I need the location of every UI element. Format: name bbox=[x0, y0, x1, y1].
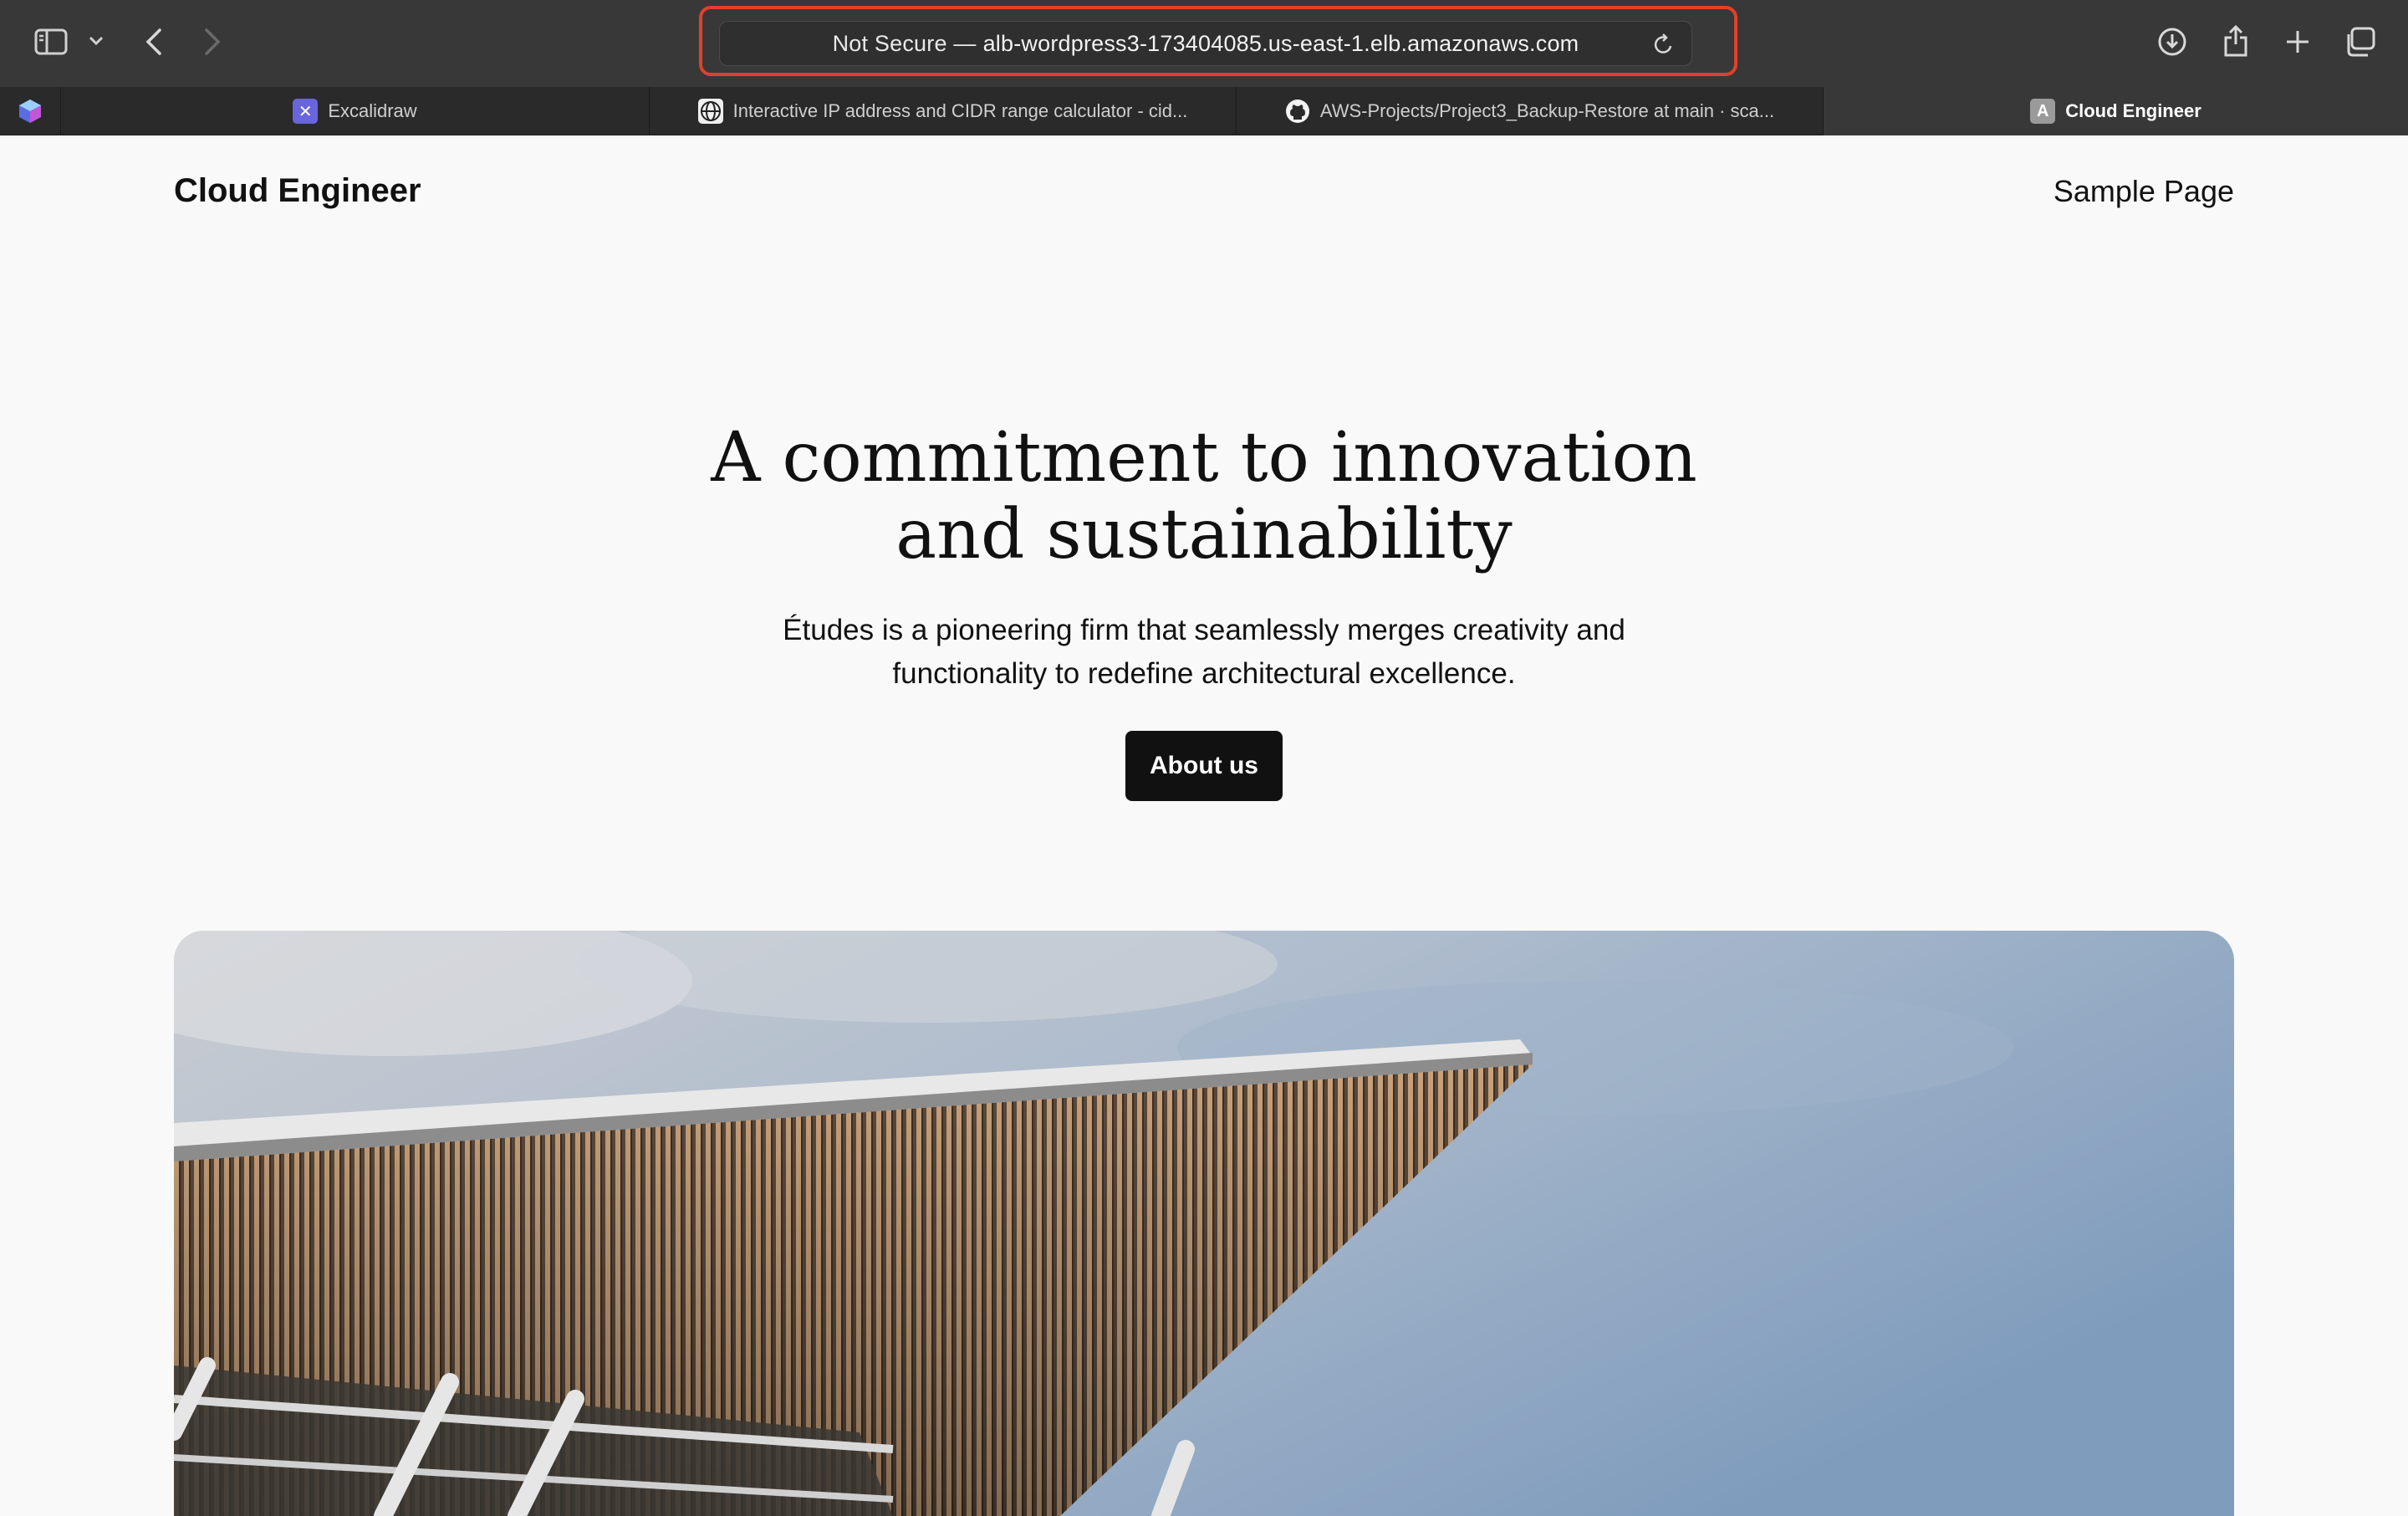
tab-excalidraw[interactable]: ✕ Excalidraw bbox=[60, 87, 649, 135]
back-button[interactable] bbox=[139, 25, 169, 59]
downloads-button[interactable] bbox=[2155, 25, 2189, 59]
sidebar-toggle-button[interactable] bbox=[30, 23, 72, 60]
back-icon bbox=[145, 28, 161, 55]
tab-github[interactable]: AWS-Projects/Project3_Backup-Restore at … bbox=[1236, 87, 1823, 135]
extension-icon bbox=[19, 100, 41, 123]
hero-heading-line-1: A commitment to innovation bbox=[711, 418, 1697, 498]
download-icon bbox=[2158, 28, 2186, 56]
reload-button[interactable] bbox=[1653, 33, 1675, 62]
tab-overview-button[interactable] bbox=[2341, 25, 2378, 59]
tab-group-menu-button[interactable] bbox=[85, 30, 107, 52]
new-tab-button[interactable] bbox=[2283, 25, 2313, 59]
hero-heading: A commitment to innovation and sustainab… bbox=[535, 420, 1873, 574]
globe-icon bbox=[697, 99, 723, 124]
browser-toolbar: Not Secure — alb-wordpress3-173404085.us… bbox=[0, 0, 2408, 87]
security-label: Not Secure — bbox=[832, 30, 977, 56]
tab-label: Cloud Engineer bbox=[2065, 100, 2201, 121]
excalidraw-icon: ✕ bbox=[293, 99, 319, 124]
tab-label: Excalidraw bbox=[328, 100, 417, 121]
tab-label: AWS-Projects/Project3_Backup-Restore at … bbox=[1319, 100, 1775, 121]
hero-subtitle-line-1: Études is a pioneering firm that seamles… bbox=[783, 614, 1625, 646]
new-tab-icon bbox=[2287, 31, 2309, 53]
forward-icon bbox=[205, 28, 221, 55]
sidebar-icon bbox=[34, 28, 68, 55]
site-title[interactable]: Cloud Engineer bbox=[174, 172, 421, 210]
site-favicon: A bbox=[2030, 99, 2056, 124]
hero-subtitle-line-2: functionality to redefine architectural … bbox=[892, 657, 1516, 690]
tab-cloud-engineer[interactable]: A Cloud Engineer bbox=[1823, 87, 2408, 135]
tab-cidr-calculator[interactable]: Interactive IP address and CIDR range ca… bbox=[649, 87, 1236, 135]
about-us-button[interactable]: About us bbox=[1125, 731, 1283, 801]
forward-button[interactable] bbox=[197, 25, 227, 59]
github-icon bbox=[1285, 99, 1310, 124]
tab-pinned-extension[interactable] bbox=[0, 87, 60, 135]
share-icon bbox=[2224, 24, 2247, 57]
hero-heading-line-2: and sustainability bbox=[895, 495, 1513, 574]
address-highlight: Not Secure — alb-wordpress3-173404085.us… bbox=[699, 6, 1737, 76]
building-canopy-photo bbox=[174, 931, 2234, 1516]
web-page: Cloud Engineer Sample Page A commitment … bbox=[0, 135, 2408, 1516]
tab-bar: ✕ Excalidraw Interactive IP address and … bbox=[0, 87, 2408, 135]
chevron-down-icon bbox=[89, 36, 104, 46]
reload-icon bbox=[1654, 33, 1672, 54]
share-button[interactable] bbox=[2219, 22, 2252, 60]
address-bar[interactable]: Not Secure — alb-wordpress3-173404085.us… bbox=[719, 21, 1692, 66]
tab-overview-icon bbox=[2347, 27, 2375, 57]
hero-subtitle: Études is a pioneering firm that seamles… bbox=[702, 609, 1706, 696]
nav-link-sample-page[interactable]: Sample Page bbox=[2053, 174, 2234, 209]
tab-label: Interactive IP address and CIDR range ca… bbox=[732, 100, 1188, 121]
url-text: alb-wordpress3-173404085.us-east-1.elb.a… bbox=[982, 30, 1579, 56]
